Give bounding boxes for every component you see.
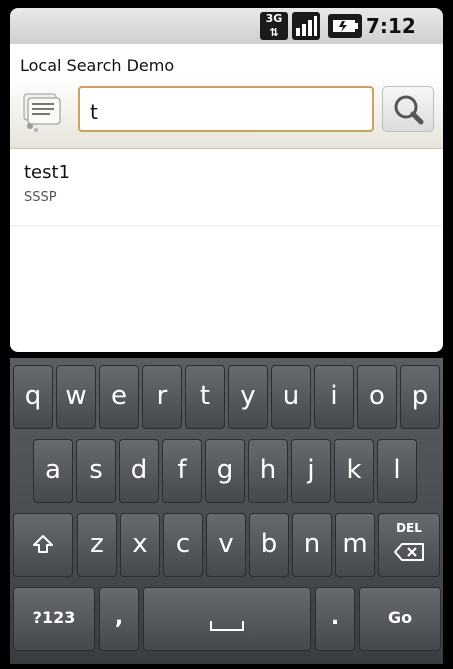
key-y[interactable]: y [228, 365, 268, 429]
key-x[interactable]: x [120, 513, 160, 577]
key-e[interactable]: e [99, 365, 139, 429]
key-r[interactable]: r [142, 365, 182, 429]
key-z[interactable]: z [77, 513, 117, 577]
key-c[interactable]: c [163, 513, 203, 577]
key-n[interactable]: n [292, 513, 332, 577]
app-window: Local Search Demo t test1 SSSP [10, 44, 443, 352]
list-item[interactable]: test1 SSSP [10, 150, 443, 226]
key-s[interactable]: s [76, 439, 116, 503]
key-i[interactable]: i [314, 365, 354, 429]
delete-label: DEL [396, 521, 422, 535]
backspace-icon [394, 543, 424, 562]
go-key[interactable]: Go [359, 587, 441, 651]
space-icon [210, 621, 244, 632]
key-o[interactable]: o [357, 365, 397, 429]
soft-keyboard: q w e r t y u i o p a s d f g h j k l z … [10, 358, 443, 664]
key-h[interactable]: h [248, 439, 288, 503]
period-key[interactable]: . [315, 587, 355, 651]
delete-key[interactable]: DEL [378, 513, 440, 577]
search-button[interactable] [382, 86, 434, 132]
app-icon [23, 93, 61, 132]
search-input[interactable]: t [78, 86, 374, 132]
key-q[interactable]: q [13, 365, 53, 429]
app-title: Local Search Demo [20, 56, 175, 75]
key-u[interactable]: u [271, 365, 311, 429]
key-j[interactable]: j [291, 439, 331, 503]
key-g[interactable]: g [205, 439, 245, 503]
key-k[interactable]: k [334, 439, 374, 503]
signal-icon [292, 12, 320, 40]
shift-key[interactable] [13, 513, 73, 577]
symbols-key[interactable]: ?123 [13, 587, 95, 651]
clock-time: 7:12 [366, 14, 416, 38]
network-label: 3G [265, 12, 283, 25]
key-l[interactable]: l [377, 439, 417, 503]
device-frame: 3G⇅ 7:12 PM Local Search Demo [0, 0, 453, 669]
shift-icon [33, 535, 53, 553]
status-bar: 3G⇅ 7:12 PM [10, 8, 443, 60]
key-v[interactable]: v [206, 513, 246, 577]
3g-icon: 3G ⇅ [260, 12, 288, 40]
result-title: test1 [24, 162, 71, 183]
battery-icon [328, 14, 362, 38]
key-m[interactable]: m [335, 513, 375, 577]
key-p[interactable]: p [400, 365, 440, 429]
key-f[interactable]: f [162, 439, 202, 503]
comma-key[interactable]: , [99, 587, 139, 651]
key-t[interactable]: t [185, 365, 225, 429]
key-d[interactable]: d [119, 439, 159, 503]
space-key[interactable] [143, 587, 311, 651]
key-b[interactable]: b [249, 513, 289, 577]
result-subtitle: SSSP [24, 190, 57, 205]
key-a[interactable]: a [33, 439, 73, 503]
key-w[interactable]: w [56, 365, 96, 429]
search-bar: t [10, 76, 443, 149]
magnifier-icon [394, 95, 424, 125]
